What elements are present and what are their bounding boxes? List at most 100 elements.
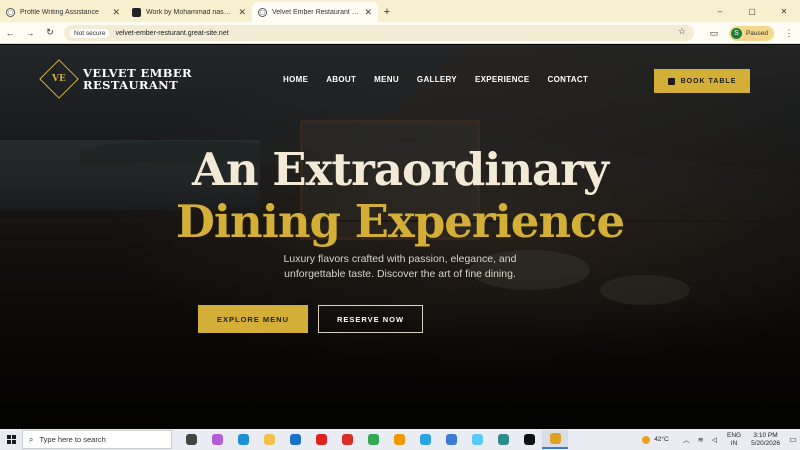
maximize-button[interactable]: ▢ — [736, 0, 768, 22]
file-explorer-icon — [263, 434, 275, 445]
site-logo[interactable]: VE VELVET EMBER RESTAURANT — [39, 59, 192, 99]
browser-right-tools: ▭ S Paused ⋮ — [703, 22, 800, 44]
url-text: velvet-ember-resturant.great-site.net — [115, 29, 229, 37]
book-table-label: BOOK TABLE — [680, 77, 737, 85]
outlook-icon — [289, 434, 301, 445]
tab-title: Velvet Ember Restaurant | Ultra — [272, 8, 361, 16]
logo-monogram: VE — [52, 74, 66, 84]
chrome-icon — [549, 433, 561, 444]
taskbar: ⌕ Type here to search 42°C ︿ ≋ ◁ ENG IN … — [0, 429, 800, 450]
taskbar-outlook-icon[interactable] — [282, 430, 308, 449]
more-menu-icon[interactable]: ⋮ — [778, 28, 800, 39]
taskbar-photos-icon[interactable] — [386, 430, 412, 449]
address-bar[interactable]: Not secure velvet-ember-resturant.great-… — [64, 25, 694, 41]
search-placeholder: Type here to search — [39, 435, 106, 444]
logo-diamond-icon: VE — [39, 59, 79, 99]
taskbar-snip-icon[interactable] — [490, 430, 516, 449]
task-view-icon — [185, 434, 197, 445]
not-secure-label: Not secure — [74, 29, 106, 37]
wifi-icon[interactable]: ≋ — [698, 436, 704, 444]
reading-mode-icon[interactable]: ▭ — [703, 28, 725, 39]
site-icon — [132, 7, 141, 17]
forward-button[interactable]: → — [20, 23, 40, 43]
back-button[interactable]: ← — [0, 23, 20, 43]
capcut-icon — [523, 434, 535, 445]
gmail-icon — [341, 434, 353, 445]
telegram-icon — [419, 434, 431, 445]
search-icon: ⌕ — [29, 434, 34, 444]
globe-icon — [6, 7, 15, 17]
taskbar-edge-icon[interactable] — [230, 430, 256, 449]
explore-menu-button[interactable]: EXPLORE MENU — [198, 305, 308, 333]
new-tab-button[interactable]: + — [378, 2, 396, 22]
nav-menu[interactable]: MENU — [374, 75, 399, 84]
edge-icon — [237, 434, 249, 445]
logo-wordmark: VELVET EMBER RESTAURANT — [83, 66, 192, 92]
page-viewport: VE VELVET EMBER RESTAURANT HOME ABOUT ME… — [0, 45, 800, 429]
globe-icon — [258, 7, 267, 17]
window-controls: – ▢ ✕ — [704, 0, 800, 22]
weather-widget[interactable]: 42°C — [642, 435, 669, 444]
browser-toolbar: ← → ↻ Not secure velvet-ember-resturant.… — [0, 22, 800, 44]
security-badge[interactable]: Not secure — [70, 28, 110, 38]
nav-gallery[interactable]: GALLERY — [417, 75, 457, 84]
tab-title: Profile Writing Assistance — [20, 8, 99, 16]
hero-title-line-1: An Extraordinary — [191, 143, 609, 196]
sky-app-icon — [471, 434, 483, 445]
weather-temp: 42°C — [654, 436, 669, 443]
start-button[interactable] — [0, 435, 22, 444]
pinned-apps — [178, 430, 568, 449]
close-tab-icon[interactable]: ✕ — [364, 7, 372, 18]
nav-experience[interactable]: EXPERIENCE — [475, 75, 530, 84]
tab-profile-writing[interactable]: Profile Writing Assistance ✕ — [0, 2, 126, 22]
close-window-button[interactable]: ✕ — [768, 0, 800, 22]
lang-line-1: ENG — [726, 432, 742, 439]
book-table-button[interactable]: BOOK TABLE — [654, 69, 750, 93]
close-tab-icon[interactable]: ✕ — [112, 7, 120, 18]
taskbar-capcut-icon[interactable] — [516, 430, 542, 449]
reload-button[interactable]: ↻ — [40, 23, 60, 43]
taskbar-telegram-icon[interactable] — [412, 430, 438, 449]
hero-subtitle: Luxury flavors crafted with passion, ele… — [250, 252, 550, 282]
avatar: S — [730, 27, 742, 39]
clock-date: 5/20/2026 — [751, 439, 780, 447]
nav-contact[interactable]: CONTACT — [548, 75, 589, 84]
taskbar-chrome-icon[interactable] — [542, 430, 568, 449]
chevron-up-icon[interactable]: ︿ — [683, 435, 690, 445]
notification-icon[interactable]: ▭ — [786, 435, 800, 444]
windows-logo-icon — [6, 435, 16, 444]
taskbar-copilot-icon[interactable] — [204, 430, 230, 449]
taskbar-gmail-icon[interactable] — [334, 430, 360, 449]
clock[interactable]: 3:10 PM 5/20/2026 — [751, 432, 780, 447]
taskbar-file-explorer-icon[interactable] — [256, 430, 282, 449]
taskbar-drive-icon[interactable] — [360, 430, 386, 449]
reserve-now-button[interactable]: RESERVE NOW — [318, 305, 423, 333]
screenshot-icon — [445, 434, 457, 445]
taskbar-search[interactable]: ⌕ Type here to search — [22, 430, 172, 449]
bookmark-star-icon[interactable]: ☆ — [678, 26, 686, 37]
profile-button[interactable]: S Paused — [728, 25, 774, 41]
volume-icon[interactable]: ◁ — [712, 436, 717, 444]
hero-title-line-2: Dining Experience — [175, 195, 625, 248]
lang-line-2: IN — [730, 439, 738, 447]
taskbar-youtube-icon[interactable] — [308, 430, 334, 449]
hero-subtitle-line-1: Luxury flavors crafted with passion, ele… — [283, 253, 517, 265]
close-tab-icon[interactable]: ✕ — [238, 7, 246, 18]
language-indicator[interactable]: ENG IN — [727, 432, 741, 447]
drive-icon — [367, 434, 379, 445]
hero-subtitle-line-2: unforgettable taste. Discover the art of… — [284, 268, 516, 280]
tab-velvet-ember[interactable]: Velvet Ember Restaurant | Ultra ✕ — [252, 2, 378, 22]
tab-title: Work by Mohammad nashim — [146, 8, 235, 16]
taskbar-task-view-icon[interactable] — [178, 430, 204, 449]
nav-about[interactable]: ABOUT — [326, 75, 356, 84]
snip-icon — [497, 434, 509, 445]
taskbar-screenshot-icon[interactable] — [438, 430, 464, 449]
minimize-button[interactable]: – — [704, 0, 736, 22]
calendar-icon — [667, 77, 675, 85]
taskbar-sky-app-icon[interactable] — [464, 430, 490, 449]
nav-home[interactable]: HOME — [283, 75, 308, 84]
logo-line-2: RESTAURANT — [83, 78, 179, 92]
copilot-icon — [211, 434, 223, 445]
profile-status: Paused — [745, 29, 768, 37]
tab-work-by[interactable]: Work by Mohammad nashim ✕ — [126, 2, 252, 22]
